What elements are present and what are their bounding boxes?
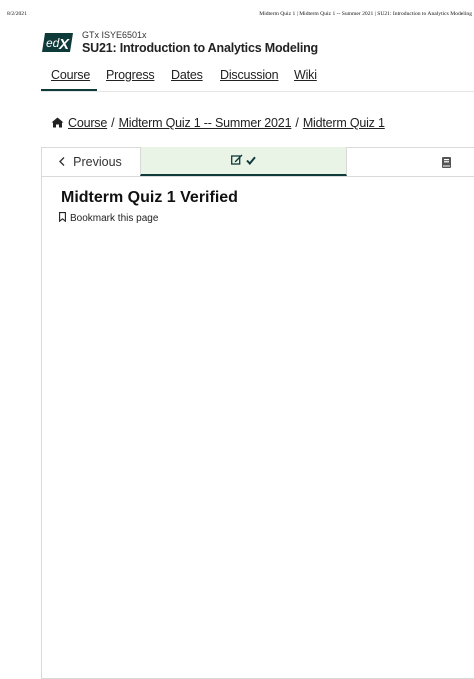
bookmark-icon: [59, 212, 66, 225]
previous-button[interactable]: Previous: [41, 147, 140, 176]
course-org-code: GTx ISYE6501x: [82, 30, 147, 40]
svg-text:X: X: [58, 36, 70, 52]
breadcrumb-section[interactable]: Midterm Quiz 1 -- Summer 2021: [119, 116, 292, 130]
bookmark-label: Bookmark this page: [70, 213, 159, 224]
breadcrumb-separator: /: [111, 116, 115, 130]
tab-wiki[interactable]: Wiki: [294, 68, 317, 82]
edx-logo[interactable]: ed X: [42, 33, 73, 53]
check-icon: [246, 152, 256, 170]
print-header: 8/2/2021 Midterm Quiz 1 | Midterm Quiz 1…: [7, 11, 472, 21]
print-title: Midterm Quiz 1 | Midterm Quiz 1 -- Summe…: [259, 11, 472, 17]
book-icon[interactable]: [442, 155, 451, 173]
home-icon[interactable]: [51, 117, 64, 131]
nav-divider: [41, 91, 474, 92]
svg-text:ed: ed: [46, 36, 60, 50]
tab-progress[interactable]: Progress: [106, 68, 155, 82]
breadcrumb-course[interactable]: Course: [68, 116, 107, 130]
tab-course[interactable]: Course: [51, 68, 90, 82]
breadcrumb-separator: /: [295, 116, 299, 130]
course-title: SU21: Introduction to Analytics Modeling: [82, 41, 318, 55]
breadcrumb: Course / Midterm Quiz 1 -- Summer 2021/Mid…: [51, 116, 385, 131]
chevron-left-icon: [59, 155, 65, 169]
previous-label: Previous: [73, 154, 122, 169]
sequence-container: [41, 147, 474, 679]
active-unit-tab[interactable]: [140, 147, 347, 176]
sequence-nav: Previous: [41, 147, 474, 177]
unit-title: Midterm Quiz 1 Verified: [61, 189, 238, 206]
breadcrumb-subsection[interactable]: Midterm Quiz 1: [303, 116, 385, 130]
tab-discussion[interactable]: Discussion: [220, 68, 279, 82]
tab-dates[interactable]: Dates: [171, 68, 203, 82]
bookmark-button[interactable]: Bookmark this page: [59, 212, 158, 225]
print-date: 8/2/2021: [7, 11, 27, 17]
edit-icon: [231, 152, 243, 170]
